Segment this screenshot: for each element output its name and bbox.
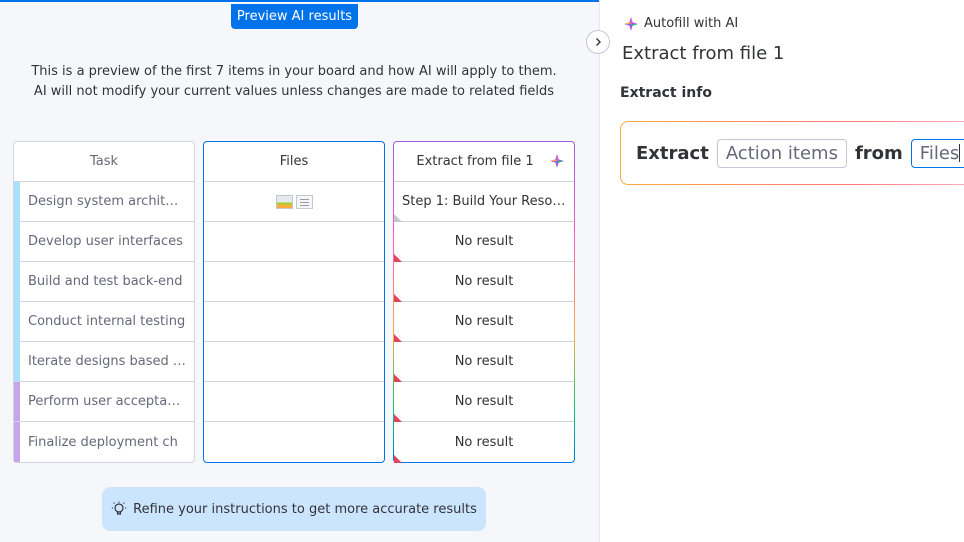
document-file-icon[interactable] — [295, 194, 313, 209]
group-color-bar — [14, 262, 20, 301]
extract-prompt-box: Extract Action items from Files — [620, 121, 964, 185]
result-text: No result — [454, 434, 514, 450]
files-column: Files — [203, 141, 385, 463]
extract-result-cell[interactable]: No result — [394, 302, 574, 342]
result-text: No result — [454, 354, 514, 369]
no-result-corner-marker — [394, 374, 402, 382]
result-text: No result — [454, 274, 514, 289]
task-column: Task Design system architecture Develop … — [13, 141, 195, 463]
extract-column: Extract from file 1 Step 1: Build Your R… — [393, 141, 575, 463]
no-result-corner-marker — [394, 294, 402, 302]
ai-sparkle-icon — [624, 16, 638, 31]
extract-target-input[interactable]: Action items — [716, 138, 847, 168]
source-column-value: Files — [919, 142, 960, 164]
description-line-1: This is a preview of the first 7 items i… — [31, 64, 557, 79]
autofill-header: Autofill with AI — [624, 16, 738, 31]
table-row[interactable]: Iterate designs based on — [14, 342, 194, 382]
extract-result-cell[interactable]: No result — [394, 382, 574, 422]
no-result-corner-marker — [394, 254, 402, 262]
extract-result-cell[interactable]: No result — [394, 422, 574, 463]
preview-area: Preview AI results This is a preview of … — [0, 0, 599, 542]
result-text: No result — [454, 314, 514, 329]
text-caret — [959, 143, 961, 162]
table-row[interactable]: Conduct internal testing — [14, 302, 194, 342]
cell-corner-marker — [394, 214, 402, 222]
extract-column-header: Extract from file 1 — [394, 142, 574, 182]
files-cell[interactable] — [204, 382, 384, 422]
no-result-corner-marker — [394, 414, 402, 422]
result-text: No result — [454, 394, 514, 409]
image-file-icon[interactable] — [275, 194, 293, 209]
table-row[interactable]: Design system architecture — [14, 182, 194, 222]
group-color-bar — [14, 182, 20, 221]
group-color-bar — [14, 302, 20, 341]
ai-sparkle-icon — [550, 154, 564, 168]
lightbulb-icon — [111, 501, 127, 515]
prompt-from: from — [854, 142, 903, 164]
panel-title: Extract from file 1 — [622, 43, 785, 64]
task-name: Develop user interfaces — [28, 234, 183, 249]
result-text: Step 1: Build Your Resource — [402, 194, 568, 209]
extract-result-cell[interactable]: No result — [394, 222, 574, 262]
extract-result-cell[interactable]: Step 1: Build Your Resource — [394, 182, 574, 222]
files-cell[interactable] — [204, 302, 384, 342]
extract-result-cell[interactable]: No result — [394, 262, 574, 302]
files-cell[interactable] — [204, 222, 384, 262]
autofill-side-panel: Autofill with AI Extract from file 1 Ext… — [599, 0, 964, 542]
table-row[interactable]: Develop user interfaces — [14, 222, 194, 262]
group-color-bar — [14, 422, 20, 462]
refine-instructions-banner[interactable]: Refine your instructions to get more acc… — [102, 487, 486, 531]
files-cell[interactable] — [204, 182, 384, 222]
chevron-right-icon — [596, 38, 601, 46]
table-row[interactable]: Perform user acceptance — [14, 382, 194, 422]
extract-column-title: Extract from file 1 — [416, 154, 534, 169]
task-name: Perform user acceptance — [28, 394, 186, 409]
refine-instructions-text: Refine your instructions to get more acc… — [133, 501, 477, 517]
source-column-input[interactable]: Files — [910, 138, 964, 168]
files-cell[interactable] — [204, 262, 384, 302]
no-result-corner-marker — [394, 455, 402, 463]
files-cell[interactable] — [204, 342, 384, 382]
result-text: No result — [454, 234, 514, 249]
task-name: Design system architecture — [28, 194, 186, 209]
preview-description: This is a preview of the first 7 items i… — [20, 62, 568, 102]
autofill-label: Autofill with AI — [644, 16, 739, 31]
task-column-header: Task — [14, 142, 194, 182]
group-color-bar — [14, 342, 20, 381]
prompt-verb: Extract — [636, 142, 709, 164]
table-row[interactable]: Finalize deployment ch — [14, 422, 194, 462]
section-heading: Extract info — [620, 85, 712, 101]
table-row[interactable]: Build and test back-end — [14, 262, 194, 302]
group-color-bar — [14, 382, 20, 421]
task-name: Finalize deployment ch — [28, 434, 178, 450]
group-color-bar — [14, 222, 20, 261]
extract-result-cell[interactable]: No result — [394, 342, 574, 382]
file-thumbnails — [275, 194, 313, 209]
files-column-header: Files — [204, 142, 384, 182]
preview-ai-results-tag: Preview AI results — [231, 4, 358, 29]
collapse-panel-button[interactable] — [586, 30, 610, 54]
task-name: Build and test back-end — [28, 274, 183, 289]
files-cell[interactable] — [204, 422, 384, 462]
task-name: Iterate designs based on — [28, 354, 186, 369]
task-name: Conduct internal testing — [28, 314, 186, 329]
no-result-corner-marker — [394, 334, 402, 342]
description-line-2: AI will not modify your current values u… — [33, 84, 555, 99]
